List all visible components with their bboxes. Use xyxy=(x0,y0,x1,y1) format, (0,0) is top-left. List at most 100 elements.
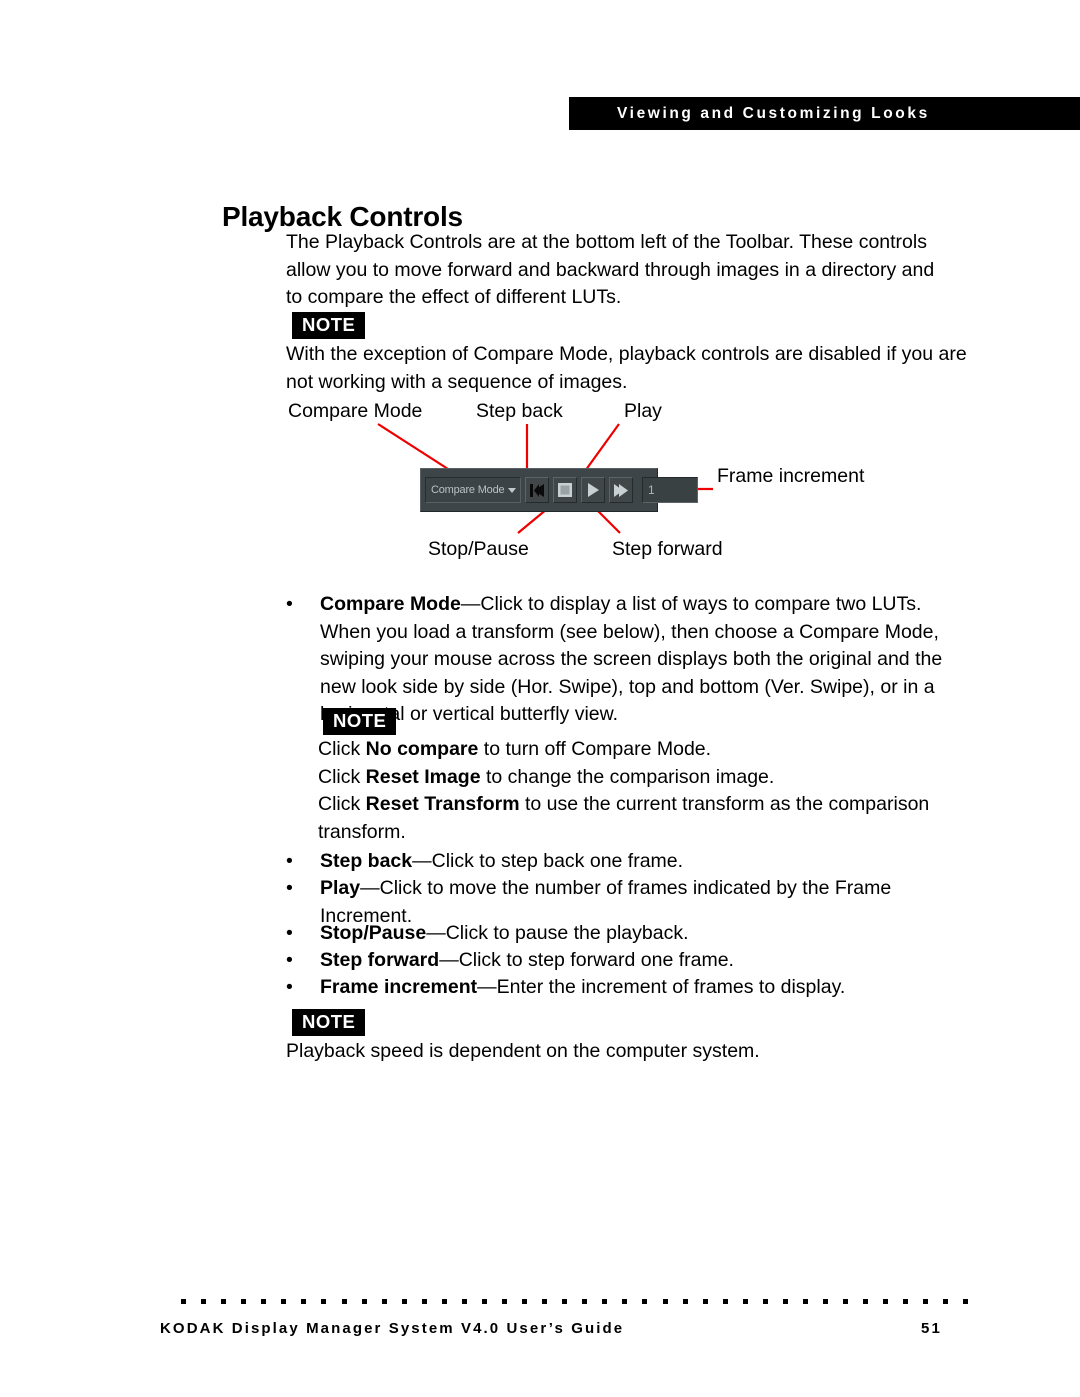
bullet-marker: • xyxy=(286,850,293,872)
footer-dot xyxy=(863,1299,869,1304)
stop-pause-icon xyxy=(558,483,572,497)
note-1-text: With the exception of Compare Mode, play… xyxy=(286,343,967,393)
bullet-dash: — xyxy=(360,877,380,899)
bullet-dash: — xyxy=(426,922,446,944)
callout-step-forward: Step forward xyxy=(612,538,723,560)
list-item: • Step forward—Click to step forward one… xyxy=(286,947,964,975)
leader-line-stop-pause xyxy=(517,508,548,534)
note-2-line-3-prefix: Click xyxy=(318,793,366,815)
step-back-button[interactable] xyxy=(525,477,549,503)
running-header: Viewing and Customizing Looks xyxy=(569,97,1080,130)
footer-dot xyxy=(301,1299,307,1304)
note-3-text: Playback speed is dependent on the compu… xyxy=(286,1040,760,1062)
compare-mode-dropdown[interactable]: Compare Mode xyxy=(425,477,521,503)
bullet-content: Step back—Click to step back one frame. xyxy=(320,848,964,876)
callout-frame-increment: Frame increment xyxy=(717,465,865,487)
footer-dot xyxy=(522,1299,528,1304)
bullet-marker: • xyxy=(286,949,293,971)
footer-dot xyxy=(682,1299,688,1304)
footer-dot xyxy=(321,1299,327,1304)
bullet-dash: — xyxy=(412,850,432,872)
bullet-term: Play xyxy=(320,877,361,899)
step-forward-button[interactable] xyxy=(609,477,633,503)
footer-dot xyxy=(502,1299,507,1304)
footer-dot xyxy=(481,1299,487,1304)
bullet-body: Click to pause the playback. xyxy=(445,922,689,944)
chevron-down-icon xyxy=(508,487,516,493)
footer-dot xyxy=(221,1299,227,1304)
footer-dot xyxy=(542,1299,548,1304)
bullet-term: Frame increment xyxy=(320,976,478,998)
step-forward-icon xyxy=(613,483,628,497)
bullet-body: Click to step back one frame. xyxy=(431,850,684,872)
footer-dot xyxy=(441,1299,447,1304)
bullet-body: Click to step forward one frame. xyxy=(458,949,734,971)
list-item: • Stop/Pause—Click to pause the playback… xyxy=(286,920,964,948)
running-header-title: Viewing and Customizing Looks xyxy=(617,104,930,122)
footer-dot xyxy=(782,1299,788,1304)
footer-dot xyxy=(903,1299,909,1304)
stop-pause-button[interactable] xyxy=(553,477,577,503)
note-2-line-3-bold: Reset Transform xyxy=(365,793,520,815)
footer-dot xyxy=(883,1299,889,1304)
note-badge-2: NOTE xyxy=(323,708,397,735)
bullet-dash: — xyxy=(439,949,459,971)
footer-dot xyxy=(602,1299,608,1304)
footer-dot xyxy=(401,1299,407,1304)
footer-dot xyxy=(261,1299,267,1304)
note-2-line-1: Click No compare to turn off Compare Mod… xyxy=(318,736,966,764)
bullet-dash: — xyxy=(477,976,497,998)
footer-dot xyxy=(361,1299,367,1304)
bullet-content: Step forward—Click to step forward one f… xyxy=(320,947,964,975)
footer-dot xyxy=(762,1299,768,1304)
list-item: • Frame increment—Enter the increment of… xyxy=(286,974,964,1002)
playback-toolbar: Compare Mode 1 xyxy=(420,468,698,512)
playback-toolbar-inner: Compare Mode 1 xyxy=(425,475,698,505)
footer-dot xyxy=(662,1299,668,1304)
bullet-body: Enter the increment of frames to display… xyxy=(496,976,846,998)
footer-dot xyxy=(181,1299,186,1304)
footer-page-number: 51 xyxy=(921,1320,942,1337)
play-button[interactable] xyxy=(581,477,605,503)
footer-dot xyxy=(421,1299,427,1304)
footer-dot xyxy=(843,1299,849,1304)
page-title: Playback Controls xyxy=(222,200,463,232)
footer-dot xyxy=(642,1299,648,1304)
footer-guide-title: KODAK Display Manager System V4.0 User’s… xyxy=(160,1320,625,1337)
bullet-dash: — xyxy=(460,593,481,615)
note-badge-3: NOTE xyxy=(292,1009,366,1036)
note-2-line-3: Click Reset Transform to use the current… xyxy=(318,791,966,846)
bullet-term: Step forward xyxy=(320,949,440,971)
play-icon xyxy=(587,483,599,497)
frame-increment-value: 1 xyxy=(648,483,655,497)
note-2-line-2: Click Reset Image to change the comparis… xyxy=(318,764,966,792)
bullet-marker: • xyxy=(286,593,293,615)
footer-dot xyxy=(582,1299,588,1304)
list-item: • Step back—Click to step back one frame… xyxy=(286,848,964,876)
note-2-line-1-suffix: to turn off Compare Mode. xyxy=(478,738,712,760)
note-2-text: Click No compare to turn off Compare Mod… xyxy=(318,736,966,846)
footer-dotted-rule xyxy=(181,1299,969,1304)
footer-dot xyxy=(923,1299,929,1304)
bullet-marker: • xyxy=(286,976,293,998)
bullet-content: Frame increment—Enter the increment of f… xyxy=(320,974,964,1002)
footer-dot xyxy=(341,1299,347,1304)
bullet-term: Stop/Pause xyxy=(320,922,427,944)
footer-dot xyxy=(742,1299,748,1304)
footer-dot xyxy=(241,1299,247,1304)
note-2-line-2-bold: Reset Image xyxy=(365,765,481,788)
step-back-icon xyxy=(529,483,544,497)
footer-dot xyxy=(622,1299,628,1304)
footer-dot xyxy=(201,1299,207,1304)
footer-dot xyxy=(461,1299,467,1304)
callout-play: Play xyxy=(624,400,662,422)
footer-dot xyxy=(281,1299,287,1304)
note-badge-1: NOTE xyxy=(292,312,366,339)
bullet-content: Compare Mode—Click to display a list of … xyxy=(320,591,964,729)
bullet-term: Compare Mode xyxy=(320,593,461,615)
frame-increment-input[interactable]: 1 xyxy=(642,477,698,503)
note-2-line-2-suffix: to change the comparison image. xyxy=(480,765,775,788)
note-2-line-1-prefix: Click xyxy=(318,738,366,760)
footer-dot xyxy=(722,1299,728,1304)
leader-line-step-forward xyxy=(595,508,621,534)
